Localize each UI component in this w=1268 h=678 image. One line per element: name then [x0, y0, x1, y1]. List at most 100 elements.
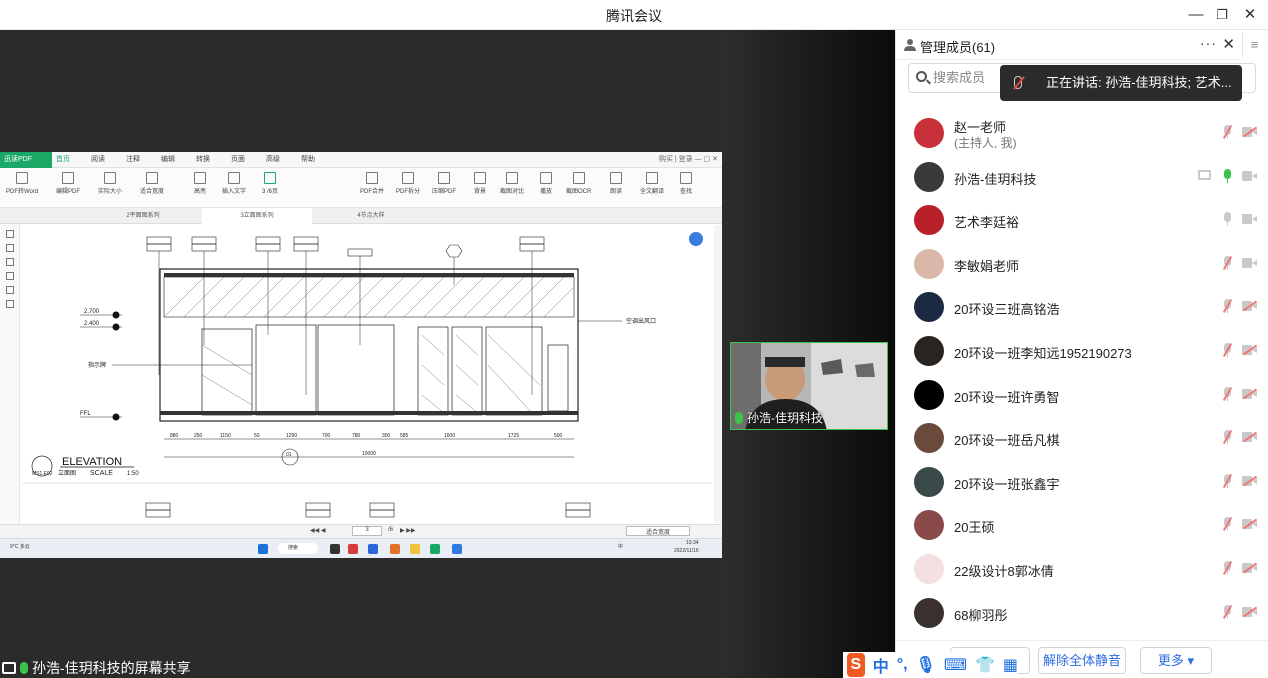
app-icon[interactable] [348, 544, 358, 554]
pdf-app-logo[interactable]: 迅读PDF [0, 152, 52, 168]
title-bar: 腾讯会议 — ❐ ✕ [0, 0, 1268, 30]
panel-menu-button[interactable]: ≡ [1242, 32, 1266, 58]
zoom-select[interactable]: 适合宽度 [626, 526, 690, 536]
mic-muted-icon[interactable] [1223, 125, 1232, 140]
camera-off-icon[interactable] [1242, 388, 1257, 399]
app-icon[interactable] [368, 544, 378, 554]
taskbar-search[interactable]: 搜索 [278, 543, 318, 554]
mic-muted-icon[interactable] [1223, 386, 1232, 402]
drawing-dimension: 585 [400, 433, 409, 439]
page-number-box[interactable]: 3 /6页 [262, 172, 278, 195]
ime-toolbox-icon[interactable]: ▦ [1003, 655, 1018, 675]
bookmark-icon[interactable] [5, 272, 14, 280]
pdf-split-button[interactable]: PDF拆分 [396, 172, 420, 195]
translate-button[interactable]: 全文翻译 [640, 172, 664, 195]
member-list: 赵一老师 (主持人, 我) 孙浩-佳玥科技 艺术李廷裕 李敏娟老师 20环设三班高铭浩 20… [896, 112, 1268, 635]
drawing-heading: ELEVATION [62, 456, 122, 468]
wps-icon[interactable] [390, 544, 400, 554]
ime-voice-icon[interactable]: 🎙 [916, 655, 936, 675]
member-row[interactable]: 孙浩-佳玥科技 [896, 156, 1268, 200]
camera-off-icon[interactable] [1242, 562, 1257, 573]
find-button[interactable]: 查找 [680, 172, 692, 195]
mic-muted-icon[interactable] [1223, 342, 1232, 358]
taskbar-ime[interactable]: 中 [618, 543, 623, 550]
mic-muted-icon[interactable] [1223, 473, 1232, 489]
highlight-button[interactable]: 高亮 [194, 172, 206, 195]
camera-icon[interactable] [1242, 170, 1257, 181]
comment-icon[interactable] [5, 258, 14, 266]
pdf-scrollbar[interactable] [714, 225, 722, 523]
play-button[interactable]: 播放 [540, 172, 552, 195]
restore-button[interactable]: ❐ [1210, 4, 1234, 26]
mic-muted-icon[interactable] [1223, 560, 1232, 576]
more-button[interactable]: 更多 ▾ [1140, 647, 1212, 674]
member-row[interactable]: 22级设计8郭冰倩 [896, 548, 1268, 592]
mic-muted-icon[interactable] [1223, 430, 1232, 445]
member-row[interactable]: 20环设一班李知远1952190273 [896, 330, 1268, 374]
fit-width-select[interactable]: 适合宽度 [140, 172, 164, 195]
weather-widget[interactable]: 9°C 多云 [10, 543, 40, 550]
screenshot-ocr-button[interactable]: 截图OCR [566, 172, 591, 195]
sogou-logo-icon[interactable]: S [847, 653, 865, 677]
speaker-video[interactable]: 孙浩-佳玥科技 [730, 342, 888, 430]
pdf-compress-button[interactable]: 压缩PDF [432, 172, 456, 195]
camera-off-icon[interactable] [1242, 301, 1257, 312]
ime-mode[interactable]: 中 [873, 653, 889, 677]
next-page-button[interactable]: ▶ ▶▶ [400, 527, 416, 534]
pdf-tab[interactable]: 2平面图系列 [88, 208, 198, 224]
mic-muted-icon[interactable] [1223, 299, 1232, 314]
pdf-window-controls[interactable]: 购买 | 登录 — ▢ ✕ [659, 152, 718, 168]
thumbnail-icon[interactable] [5, 244, 14, 252]
task-view-icon[interactable] [330, 544, 340, 554]
pdf-tab[interactable]: 4节点大样 [316, 208, 426, 224]
screenshot-compare-button[interactable]: 截图对比 [500, 172, 524, 195]
ime-skin-icon[interactable]: 👕 [975, 655, 995, 675]
camera-off-icon[interactable] [1242, 127, 1257, 137]
camera-icon[interactable] [1242, 214, 1257, 225]
outline-icon[interactable] [5, 230, 14, 238]
camera-off-icon[interactable] [1242, 344, 1257, 355]
pdf-reader-icon[interactable] [430, 544, 440, 554]
camera-off-icon[interactable] [1242, 519, 1257, 530]
insert-text-button[interactable]: 插入文字 [222, 172, 246, 195]
mic-icon[interactable] [1223, 212, 1232, 227]
mic-icon[interactable] [1223, 168, 1232, 184]
member-row[interactable]: 20环设一班许勇智 [896, 374, 1268, 418]
minimize-button[interactable]: — [1184, 4, 1208, 26]
prev-page-button[interactable]: ◀◀ ◀ [310, 527, 326, 534]
camera-off-icon[interactable] [1242, 475, 1257, 486]
pdf-merge-button[interactable]: PDF合并 [360, 172, 384, 195]
close-button[interactable]: ✕ [1238, 4, 1262, 26]
ime-keyboard-icon[interactable]: ⌨ [944, 655, 967, 675]
member-row[interactable]: 20环设一班岳凡棋 [896, 417, 1268, 461]
meeting-icon[interactable] [452, 544, 462, 554]
attachment-icon[interactable] [5, 300, 14, 308]
member-row[interactable]: 20环设三班高铭浩 [896, 286, 1268, 330]
mic-muted-icon[interactable] [1223, 517, 1232, 532]
camera-off-icon[interactable] [1242, 432, 1257, 443]
camera-off-icon[interactable] [1242, 606, 1257, 617]
background-button[interactable]: 背景 [474, 172, 486, 195]
file-explorer-icon[interactable] [410, 544, 420, 554]
mic-muted-icon[interactable] [1223, 255, 1232, 271]
windows-start-icon[interactable] [258, 544, 268, 554]
ime-punctuation[interactable]: °, [897, 656, 908, 674]
member-row[interactable]: 20王硕 [896, 504, 1268, 548]
panel-close-button[interactable]: ✕ [1222, 35, 1235, 53]
search-pages-icon[interactable] [5, 286, 14, 294]
mic-muted-icon[interactable] [1223, 604, 1232, 620]
member-row[interactable]: 68柳羽彤 [896, 592, 1268, 636]
pdf-tab-active[interactable]: 3立面图系列 [202, 208, 312, 224]
pdf-to-word-button[interactable]: PDF转Word [6, 172, 38, 195]
member-row[interactable]: 李敏娟老师 [896, 243, 1268, 287]
page-input[interactable]: 3 [352, 526, 382, 536]
actual-size-button[interactable]: 实际大小 [98, 172, 122, 195]
member-row[interactable]: 20环设一班张鑫宇 [896, 461, 1268, 505]
edit-pdf-button[interactable]: 编辑PDF [56, 172, 80, 195]
read-aloud-button[interactable]: 朗读 [610, 172, 622, 195]
more-options-button[interactable]: ··· [1200, 35, 1217, 51]
camera-icon[interactable] [1242, 257, 1257, 268]
member-row[interactable]: 艺术李廷裕 [896, 199, 1268, 243]
member-row[interactable]: 赵一老师 (主持人, 我) [896, 112, 1268, 156]
unmute-all-button[interactable]: 解除全体静音 [1038, 647, 1126, 674]
